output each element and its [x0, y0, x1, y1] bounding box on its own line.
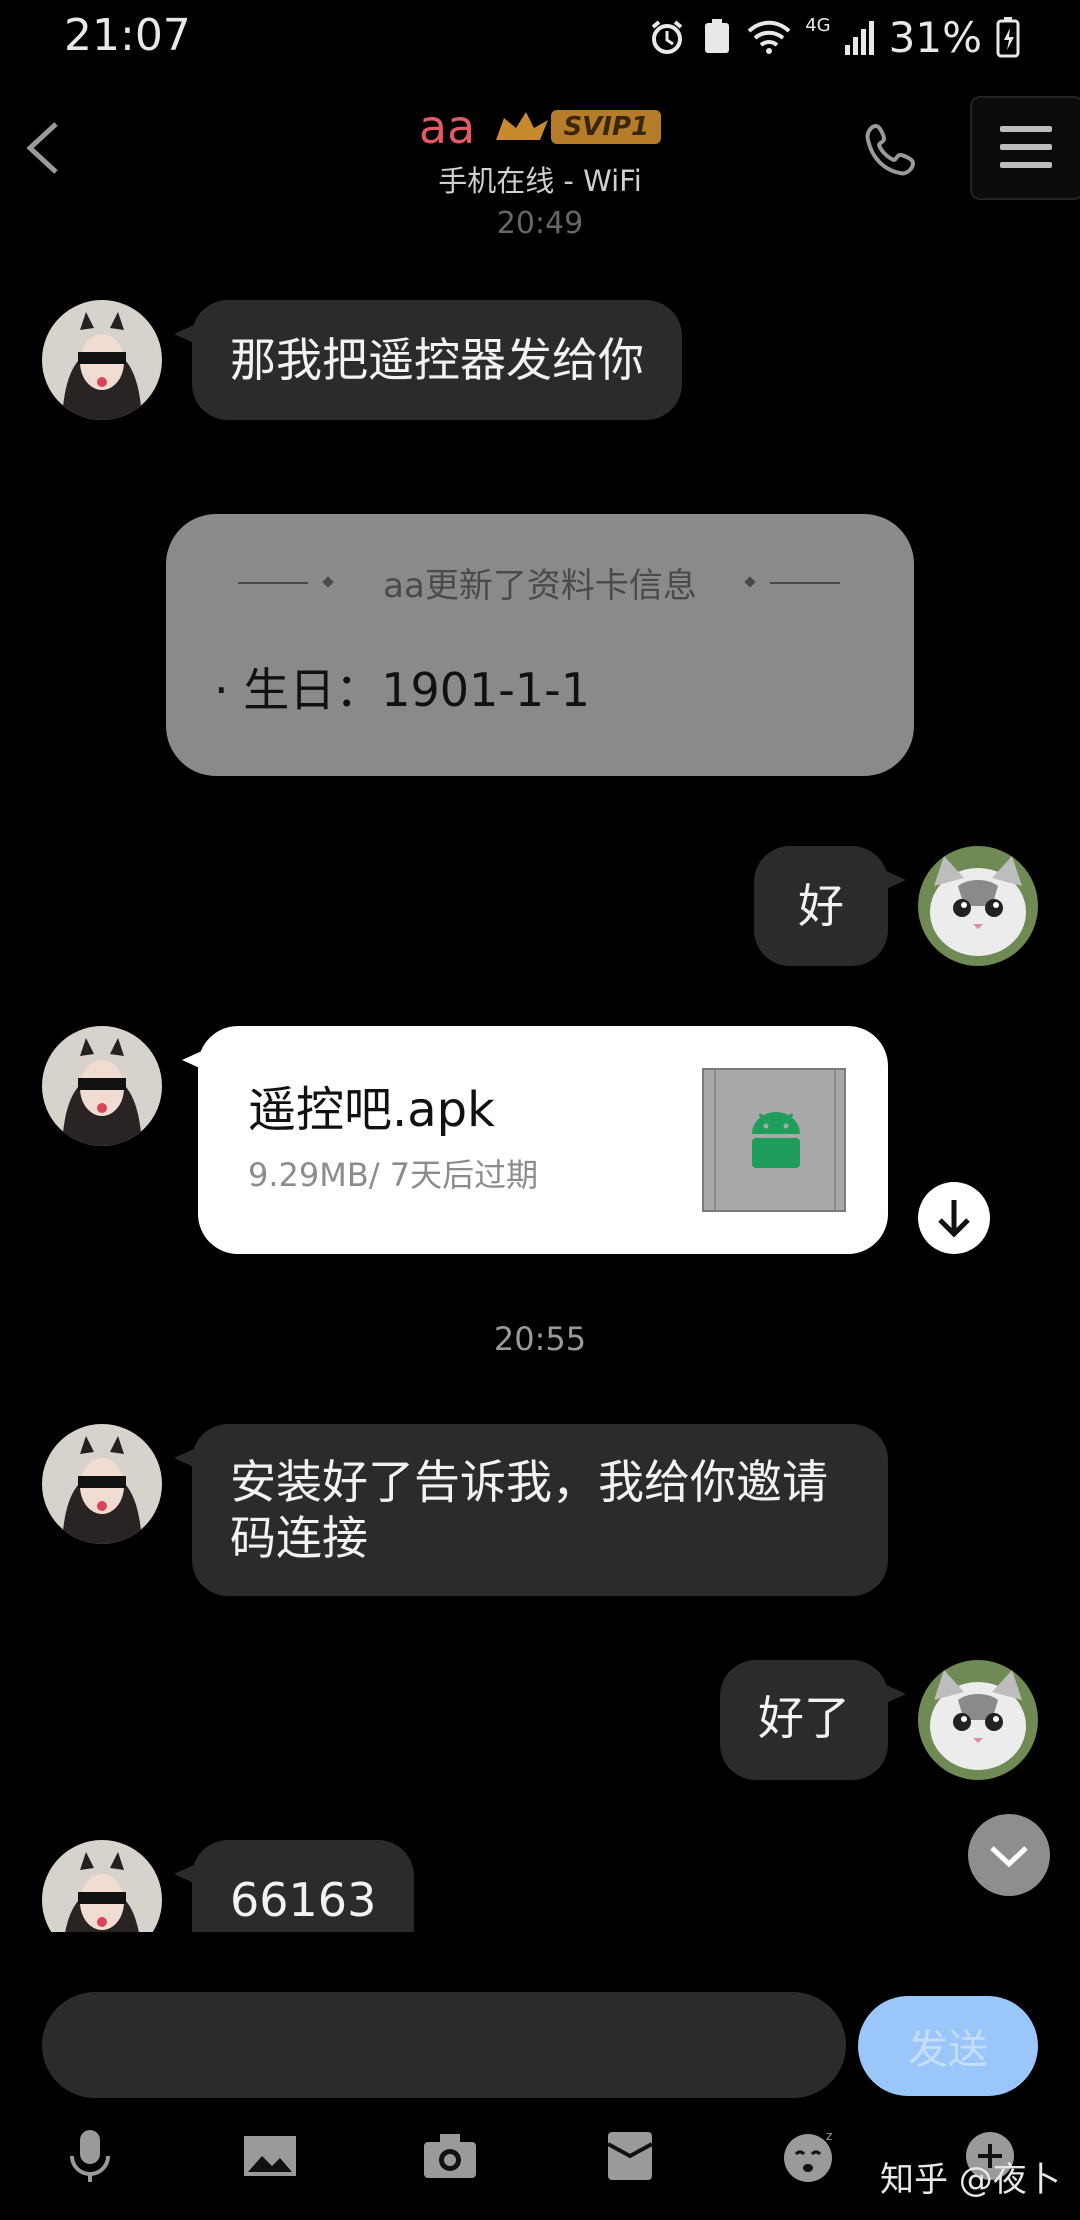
download-button[interactable]	[918, 1182, 990, 1254]
bubble-tail	[174, 1864, 196, 1884]
file-thumbnail	[702, 1068, 846, 1212]
voice-button[interactable]	[62, 2128, 118, 2184]
message-text-line: 码连接	[230, 1511, 368, 1565]
bubble-tail	[174, 1448, 196, 1468]
svg-text:z: z	[826, 2129, 832, 2143]
alarm-icon	[651, 20, 683, 54]
menu-button[interactable]	[970, 96, 1080, 200]
message-bubble[interactable]: 好	[754, 846, 906, 966]
message-bubble[interactable]: 那我把遥控器发给你	[174, 300, 682, 420]
bubble-tail	[182, 1050, 204, 1070]
microphone-icon	[70, 2130, 110, 2182]
signal-icon	[844, 21, 874, 55]
contact-name: aa	[418, 100, 476, 154]
avatar-cat-image	[918, 846, 1038, 966]
status-icons: 4G 31%	[647, 12, 1020, 62]
svip-badge: SVIP1	[492, 106, 662, 148]
message-text-line: 安装好了告诉我，我给你邀请	[230, 1455, 828, 1509]
bubble-tail	[884, 1684, 906, 1704]
avatar-girl-image	[42, 1840, 162, 1932]
emoji-button[interactable]: z	[782, 2128, 838, 2184]
message-bubble[interactable]: 66163	[174, 1840, 415, 1932]
message-text: 那我把遥控器发给你	[230, 333, 644, 387]
battery-charging-icon	[996, 17, 1020, 58]
avatar[interactable]	[42, 1840, 162, 1932]
file-meta: 9.29MB/ 7天后过期	[248, 1156, 539, 1194]
message-clip-area: 66163	[0, 1840, 1080, 1932]
bubble-tail	[174, 324, 196, 344]
message-input[interactable]	[42, 1992, 846, 2098]
divider	[770, 582, 840, 584]
battery-percent: 31%	[888, 12, 982, 62]
image-button[interactable]	[242, 2128, 298, 2184]
profile-update-body: · 生日：1901-1-1	[214, 663, 591, 717]
avatar[interactable]	[918, 1660, 1038, 1780]
profile-update-card[interactable]: aa更新了资料卡信息 · 生日：1901-1-1	[166, 514, 914, 776]
avatar[interactable]	[42, 300, 162, 420]
hamburger-icon	[1000, 126, 1052, 132]
status-time: 21:07	[64, 10, 191, 61]
message-text: 66163	[230, 1873, 377, 1927]
message-bubble[interactable]: 好了	[720, 1660, 906, 1780]
network-label: 4G	[805, 14, 831, 36]
svip-label: SVIP1	[551, 110, 662, 144]
avatar-girl-image	[42, 1026, 162, 1146]
bubble-tail	[884, 870, 906, 890]
message-bubble[interactable]: 安装好了告诉我，我给你邀请 码连接	[174, 1424, 888, 1596]
recycle-icon	[705, 19, 730, 53]
chevron-down-icon	[990, 1846, 1028, 1868]
image-icon	[244, 2136, 296, 2176]
call-button[interactable]	[860, 118, 924, 182]
message-time: 20:55	[493, 1320, 587, 1358]
avatar[interactable]	[918, 846, 1038, 966]
crown-icon	[496, 112, 549, 140]
message-text: 好了	[758, 1691, 850, 1745]
avatar-girl-image	[42, 300, 162, 420]
emoji-icon: z	[784, 2129, 832, 2182]
camera-button[interactable]	[422, 2128, 478, 2184]
red-envelope-button[interactable]	[602, 2128, 658, 2184]
hamburger-line	[1000, 144, 1052, 150]
watermark: 知乎 @夜卜	[880, 2160, 1061, 2200]
wifi-icon	[747, 20, 791, 54]
arrow-down-icon	[938, 1200, 970, 1238]
scroll-to-bottom-button[interactable]	[968, 1814, 1050, 1896]
hamburger-line	[1000, 162, 1052, 168]
avatar[interactable]	[42, 1424, 162, 1544]
message-time: 20:49	[496, 206, 584, 241]
phone-icon	[865, 123, 916, 176]
camera-icon	[424, 2134, 476, 2178]
file-name: 遥控吧.apk	[248, 1082, 495, 1138]
avatar-cat-image	[918, 1660, 1038, 1780]
send-button[interactable]: 发送	[858, 1996, 1038, 2096]
message-text: 好	[798, 879, 844, 933]
android-icon	[752, 1112, 800, 1168]
red-envelope-icon	[607, 2132, 653, 2180]
file-message-card[interactable]: 遥控吧.apk 9.29MB/ 7天后过期	[182, 1026, 888, 1254]
avatar[interactable]	[42, 1026, 162, 1146]
avatar-girl-image	[42, 1424, 162, 1544]
